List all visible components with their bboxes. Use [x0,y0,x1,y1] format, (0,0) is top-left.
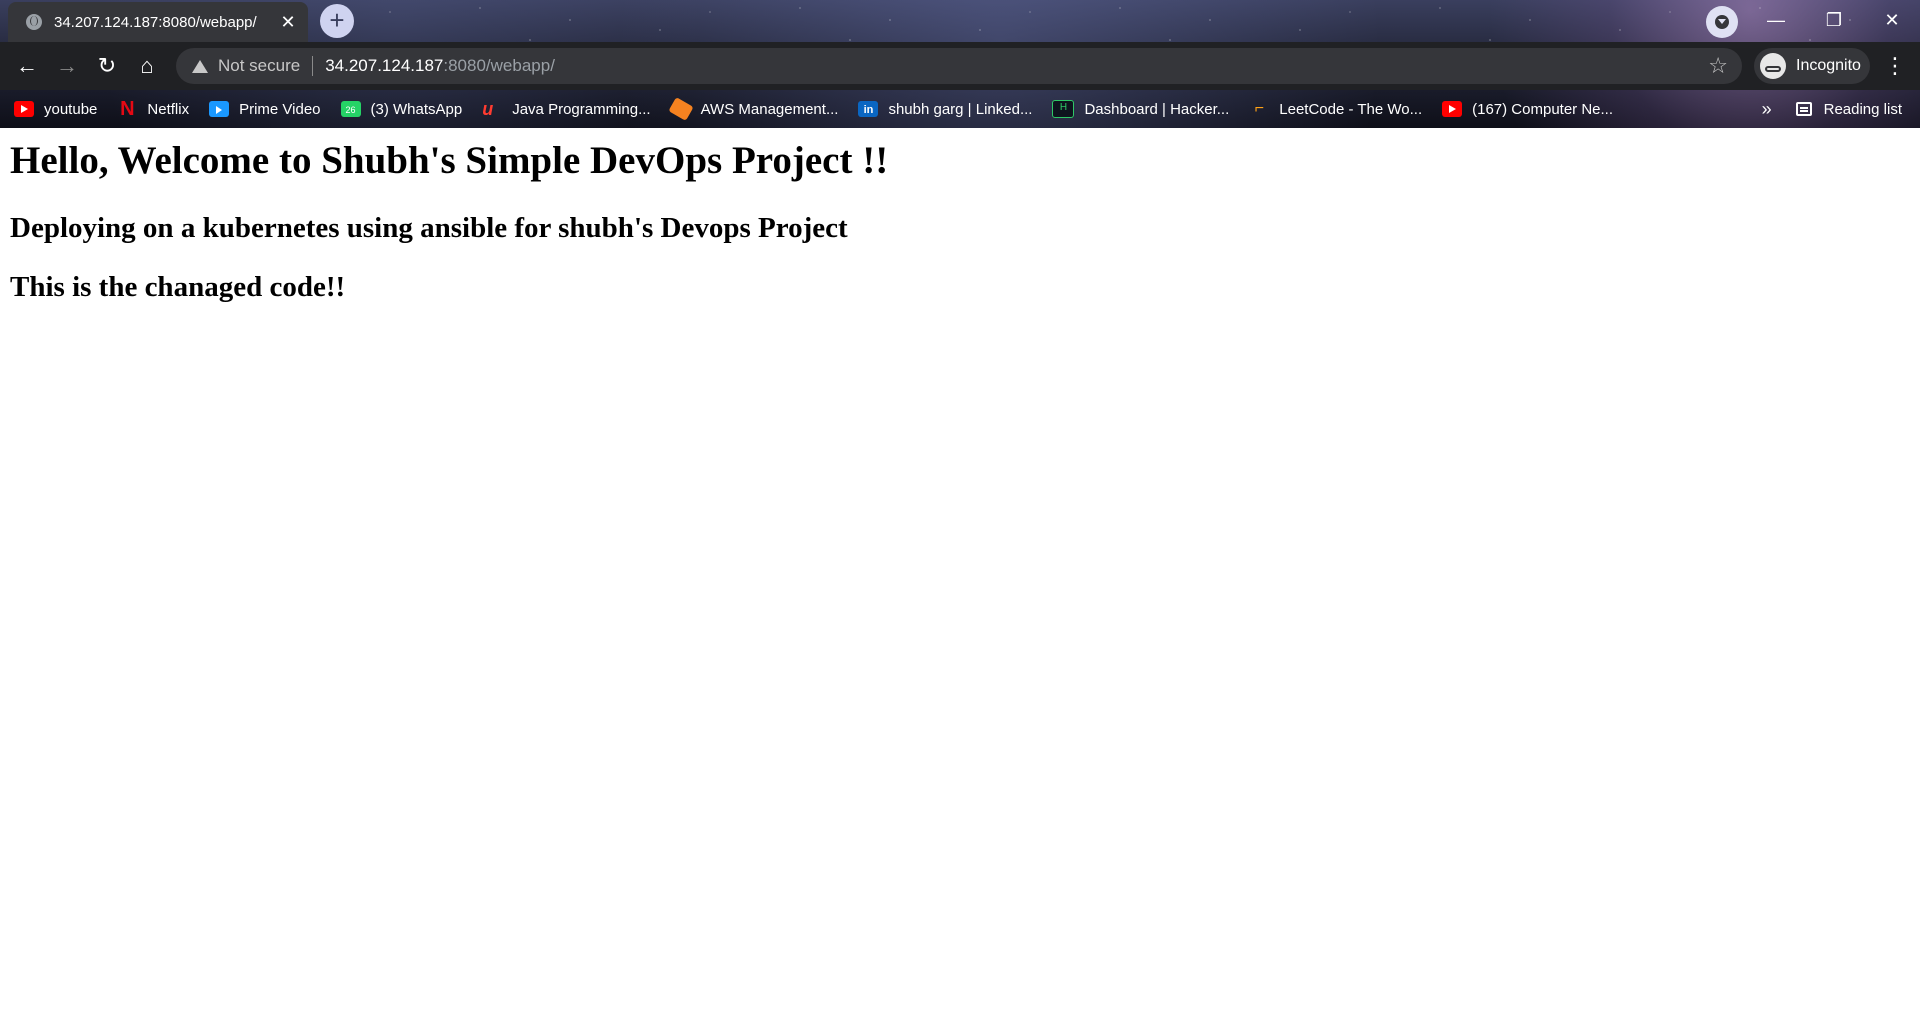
bookmark-label: Java Programming... [512,100,651,118]
bookmark-linkedin[interactable]: in shubh garg | Linked... [858,101,1032,118]
reading-list-button[interactable]: Reading list [1795,100,1902,118]
whatsapp-icon: 26 [340,101,361,117]
bookmark-whatsapp[interactable]: 26 (3) WhatsApp [340,100,463,118]
browser-chrome: 34.207.124.187:8080/webapp/ ✕ + — ❐ ✕ ← … [0,0,1920,128]
browser-menu-button[interactable]: ⋮ [1884,51,1906,81]
warning-icon[interactable] [192,59,208,73]
tab-close-button[interactable]: ✕ [274,12,302,33]
aws-icon [667,97,694,121]
reload-button[interactable]: ↻ [92,51,122,81]
reading-list-label: Reading list [1823,100,1902,118]
incognito-icon [1760,53,1786,79]
bookmark-computer-networks[interactable]: (167) Computer Ne... [1442,101,1613,118]
hackerrank-icon: H [1052,100,1075,118]
page-heading: Hello, Welcome to Shubh's Simple DevOps … [10,139,889,182]
url-path[interactable]: :8080/webapp/ [443,56,555,76]
toolbar: ← → ↻ ⌂ Not secure 34.207.124.187 :8080/… [0,42,1920,90]
bookmark-java-programming[interactable]: u Java Programming... [482,99,651,119]
bookmark-label: Dashboard | Hacker... [1084,100,1230,118]
tab-title: 34.207.124.187:8080/webapp/ [54,13,257,31]
globe-icon [26,14,42,30]
java-icon: u [482,99,494,119]
maximize-button[interactable]: ❐ [1806,0,1862,40]
url-host[interactable]: 34.207.124.187 [325,56,443,76]
incognito-profile-button[interactable]: Incognito [1754,48,1870,84]
new-tab-button[interactable]: + [320,4,354,38]
close-window-button[interactable]: ✕ [1864,0,1920,40]
bookmark-youtube[interactable]: youtube [14,101,97,118]
bookmark-aws[interactable]: AWS Management... [667,97,839,121]
tab-search-button[interactable] [1706,6,1738,38]
netflix-icon: N [120,98,135,120]
security-label[interactable]: Not secure [218,56,300,76]
bookmark-label: Netflix [147,100,190,118]
page-subheading-deploying: Deploying on a kubernetes using ansible … [10,212,848,244]
page-subheading-changed-code: This is the chanaged code!! [10,271,346,303]
leetcode-icon: ⌐ [1254,100,1264,117]
address-bar[interactable]: Not secure 34.207.124.187 :8080/webapp/ … [176,48,1742,84]
back-button[interactable]: ← [12,51,42,81]
bookmarks-overflow-icon[interactable]: » [1762,99,1772,120]
bookmark-label: (3) WhatsApp [370,100,463,118]
minimize-button[interactable]: — [1748,0,1804,40]
page-content: Hello, Welcome to Shubh's Simple DevOps … [0,128,1920,1029]
bookmark-label: LeetCode - The Wo... [1279,100,1423,118]
youtube-icon [1442,101,1463,117]
bookmarks-bar: youtube N Netflix Prime Video 26 (3) Wha… [0,90,1920,128]
bookmark-label: shubh garg | Linked... [888,100,1033,118]
youtube-icon [14,101,34,117]
tab-active[interactable]: 34.207.124.187:8080/webapp/ ✕ [8,2,308,42]
bookmark-label: youtube [44,100,98,118]
bookmark-star-icon[interactable]: ☆ [1708,53,1728,79]
bookmark-label: Prime Video [239,100,321,118]
bookmark-label: AWS Management... [700,100,839,118]
bookmark-leetcode[interactable]: ⌐ LeetCode - The Wo... [1249,100,1423,118]
reading-list-icon [1795,102,1812,116]
linkedin-icon: in [858,101,879,117]
bookmark-label: (167) Computer Ne... [1472,100,1614,118]
address-separator [312,56,314,76]
bookmark-hackerrank[interactable]: H Dashboard | Hacker... [1052,100,1229,118]
profile-label: Incognito [1796,57,1861,74]
forward-button[interactable]: → [52,51,82,81]
bookmark-prime-video[interactable]: Prime Video [209,100,321,118]
prime-video-icon [209,101,230,117]
bookmark-netflix[interactable]: N Netflix [117,98,190,120]
home-button[interactable]: ⌂ [132,51,162,81]
